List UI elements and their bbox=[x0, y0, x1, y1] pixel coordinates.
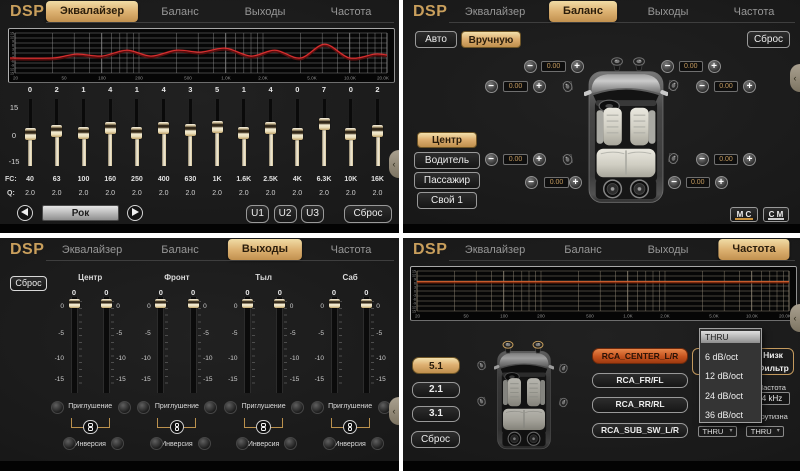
svg-text:10.0K: 10.0K bbox=[344, 76, 357, 81]
svg-text:20.0K: 20.0K bbox=[377, 76, 390, 81]
svg-text:200: 200 bbox=[135, 76, 143, 81]
svg-text:500: 500 bbox=[184, 76, 192, 81]
svg-text:20: 20 bbox=[415, 314, 421, 319]
svg-text:5.0K: 5.0K bbox=[307, 76, 317, 81]
svg-text:500: 500 bbox=[586, 314, 594, 319]
svg-text:100: 100 bbox=[98, 76, 106, 81]
svg-text:5.0K: 5.0K bbox=[709, 314, 719, 319]
svg-text:1.0K: 1.0K bbox=[221, 76, 231, 81]
svg-text:20: 20 bbox=[13, 76, 19, 81]
svg-text:2.0K: 2.0K bbox=[660, 314, 670, 319]
svg-text:200: 200 bbox=[537, 314, 545, 319]
svg-text:1.0K: 1.0K bbox=[623, 314, 633, 319]
svg-text:50: 50 bbox=[61, 76, 67, 81]
svg-text:2.0K: 2.0K bbox=[258, 76, 268, 81]
svg-text:50: 50 bbox=[463, 314, 469, 319]
svg-text:100: 100 bbox=[500, 314, 508, 319]
svg-text:10.0K: 10.0K bbox=[746, 314, 759, 319]
